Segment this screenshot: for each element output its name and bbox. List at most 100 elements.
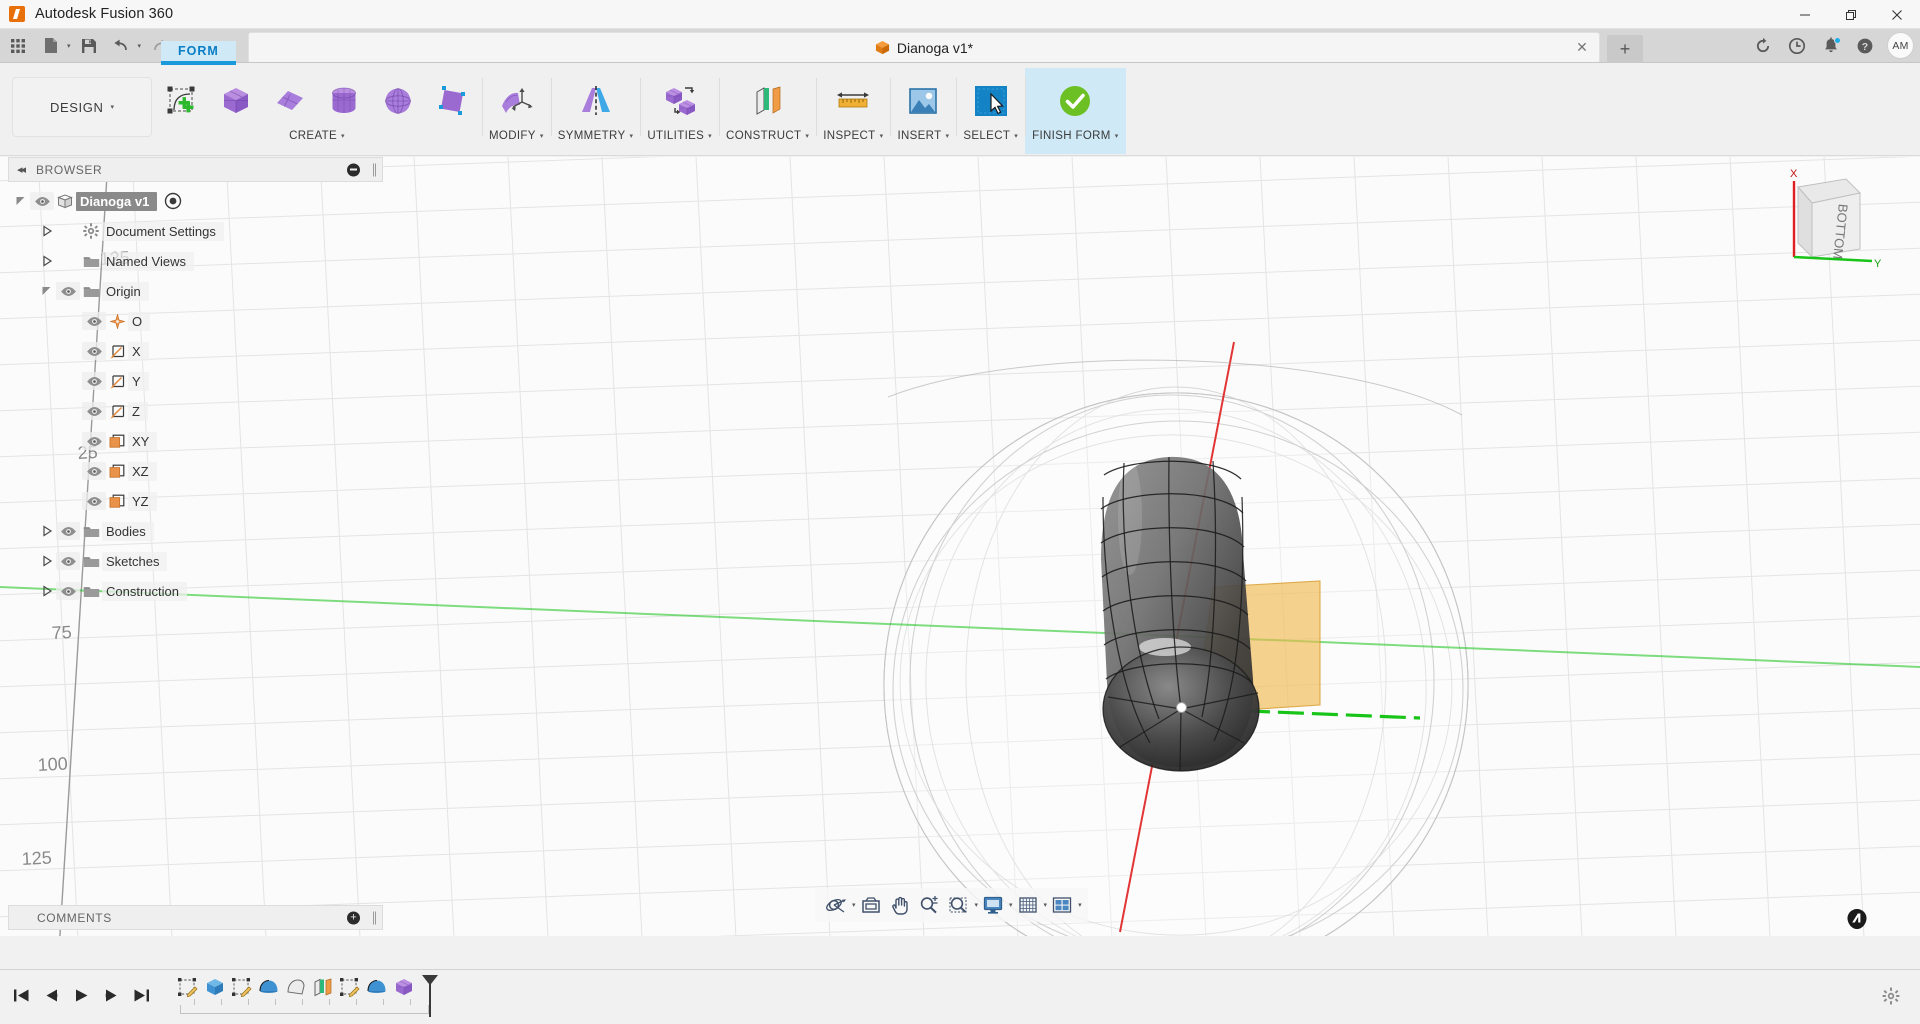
ribbon-group-symmetry-label[interactable]: SYMMETRY ▾ bbox=[558, 130, 634, 142]
timeline-feature-extrude-1[interactable] bbox=[201, 973, 228, 1003]
play-button[interactable] bbox=[66, 979, 96, 1013]
utilities-convert-button[interactable] bbox=[657, 75, 703, 127]
close-window-button[interactable] bbox=[1874, 0, 1920, 29]
user-avatar[interactable]: AM bbox=[1887, 32, 1914, 59]
visibility-eye-icon[interactable] bbox=[82, 432, 106, 450]
notifications-bell-icon[interactable] bbox=[1815, 32, 1847, 60]
create-cylinder-button[interactable] bbox=[321, 75, 367, 127]
browser-item-z[interactable]: Z bbox=[8, 396, 383, 426]
ribbon-group-create-label[interactable]: CREATE ▾ bbox=[289, 130, 345, 142]
document-tab[interactable]: Dianoga v1* ✕ + bbox=[248, 32, 1600, 62]
ribbon-group-select-label[interactable]: SELECT ▾ bbox=[963, 130, 1018, 142]
visibility-eye-icon[interactable] bbox=[56, 282, 80, 300]
timeline-feature-loft-1[interactable] bbox=[282, 973, 309, 1003]
view-cube[interactable]: BOTTOM X Y bbox=[1764, 165, 1882, 283]
timeline-feature-form-1[interactable] bbox=[390, 973, 417, 1003]
symmetry-mirror-internal-button[interactable] bbox=[573, 75, 619, 127]
new-document-tab-button[interactable]: + bbox=[1607, 35, 1643, 64]
browser-minimize-icon[interactable] bbox=[347, 163, 360, 176]
finish-form-button[interactable] bbox=[1052, 75, 1098, 127]
tab-form[interactable]: FORM bbox=[161, 41, 236, 65]
recent-activity-clock-icon[interactable] bbox=[1781, 32, 1813, 60]
visibility-eye-icon[interactable] bbox=[82, 492, 106, 510]
step-forward-button[interactable] bbox=[96, 979, 126, 1013]
expand-arrow-icon[interactable] bbox=[38, 222, 56, 240]
browser-item-named-views[interactable]: Named Views bbox=[8, 246, 383, 276]
browser-item-construction[interactable]: Construction bbox=[8, 576, 383, 606]
undo-group[interactable]: ▾ bbox=[104, 33, 142, 59]
visibility-eye-icon[interactable] bbox=[56, 522, 80, 540]
viewports-caret-icon[interactable]: ▾ bbox=[1078, 901, 1082, 909]
minimize-window-button[interactable] bbox=[1782, 0, 1828, 29]
create-quadball-button[interactable] bbox=[429, 75, 475, 127]
expand-arrow-icon[interactable] bbox=[38, 252, 56, 270]
timeline-feature-sketch-1[interactable] bbox=[174, 973, 201, 1003]
browser-item-bodies[interactable]: Bodies bbox=[8, 516, 383, 546]
timeline-feature-sketch-3[interactable] bbox=[336, 973, 363, 1003]
visibility-eye-icon[interactable] bbox=[56, 552, 80, 570]
ribbon-group-insert-label[interactable]: INSERT ▾ bbox=[897, 130, 949, 142]
save-icon[interactable] bbox=[74, 33, 104, 59]
select-tool-button[interactable] bbox=[968, 75, 1014, 127]
close-document-tab-button[interactable]: ✕ bbox=[1573, 39, 1591, 57]
timeline-end-marker[interactable] bbox=[419, 973, 441, 1019]
insert-canvas-button[interactable] bbox=[900, 75, 946, 127]
browser-item-o[interactable]: O bbox=[8, 306, 383, 336]
timeline-feature-revolve-1[interactable] bbox=[255, 973, 282, 1003]
expand-arrow-icon[interactable] bbox=[38, 552, 56, 570]
browser-item-yz[interactable]: YZ bbox=[8, 486, 383, 516]
new-document-caret-icon[interactable]: ▾ bbox=[67, 42, 71, 50]
ribbon-group-modify-label[interactable]: MODIFY ▾ bbox=[489, 130, 544, 142]
timeline-feature-revolve-2[interactable] bbox=[363, 973, 390, 1003]
undo-icon[interactable] bbox=[107, 33, 137, 59]
comments-resize-grip[interactable] bbox=[373, 911, 376, 924]
pan-button[interactable] bbox=[886, 890, 914, 920]
zoom-button[interactable] bbox=[914, 890, 944, 920]
visibility-eye-icon[interactable] bbox=[82, 312, 106, 330]
create-sphere-button[interactable] bbox=[375, 75, 421, 127]
visibility-eye-icon[interactable] bbox=[82, 372, 106, 390]
grid-and-snaps-button[interactable] bbox=[1013, 890, 1043, 920]
expand-arrow-icon[interactable] bbox=[38, 582, 56, 600]
create-plane-button[interactable] bbox=[267, 75, 313, 127]
go-to-end-button[interactable] bbox=[126, 979, 156, 1013]
modify-edit-form-button[interactable] bbox=[493, 75, 539, 127]
inspect-measure-button[interactable] bbox=[830, 75, 876, 127]
new-document-group[interactable]: ▾ bbox=[33, 33, 71, 59]
expand-arrow-icon[interactable] bbox=[38, 522, 56, 540]
timeline-feature-plane-1[interactable] bbox=[309, 973, 336, 1003]
new-document-icon[interactable] bbox=[36, 33, 66, 59]
ribbon-group-finish-form-label[interactable]: FINISH FORM ▾ bbox=[1032, 130, 1118, 142]
add-comment-button[interactable]: + bbox=[347, 911, 360, 924]
create-form-sketch-button[interactable] bbox=[159, 75, 205, 127]
look-at-button[interactable] bbox=[856, 890, 886, 920]
timeline-feature-sketch-2[interactable] bbox=[228, 973, 255, 1003]
zoom-window-button[interactable] bbox=[944, 890, 974, 920]
browser-item-xz[interactable]: XZ bbox=[8, 456, 383, 486]
browser-resize-grip[interactable] bbox=[373, 163, 376, 176]
display-settings-button[interactable] bbox=[978, 890, 1008, 920]
construct-offset-plane-button[interactable] bbox=[745, 75, 791, 127]
browser-item-xy[interactable]: XY bbox=[8, 426, 383, 456]
ribbon-group-utilities-label[interactable]: UTILITIES ▾ bbox=[647, 130, 712, 142]
app-grid-icon[interactable] bbox=[3, 33, 33, 59]
visibility-eye-icon[interactable] bbox=[82, 462, 106, 480]
browser-item-y[interactable]: Y bbox=[8, 366, 383, 396]
browser-item-sketches[interactable]: Sketches bbox=[8, 546, 383, 576]
browser-item-origin[interactable]: Origin bbox=[8, 276, 383, 306]
ribbon-group-inspect-label[interactable]: INSPECT ▾ bbox=[823, 130, 883, 142]
browser-item-document-settings[interactable]: Document Settings bbox=[8, 216, 383, 246]
comments-panel[interactable]: COMMENTS + bbox=[8, 905, 383, 930]
browser-item-x[interactable]: X bbox=[8, 336, 383, 366]
collapse-arrow-icon[interactable] bbox=[38, 282, 56, 300]
collapse-arrow-icon[interactable] bbox=[12, 192, 30, 210]
collapse-browser-icon[interactable]: ◂◂ bbox=[17, 163, 24, 176]
orbit-button[interactable] bbox=[821, 890, 851, 920]
workspace-switcher[interactable]: DESIGN ▾ bbox=[12, 77, 152, 137]
visibility-eye-icon[interactable] bbox=[82, 402, 106, 420]
visibility-eye-icon[interactable] bbox=[82, 342, 106, 360]
go-to-beginning-button[interactable] bbox=[6, 979, 36, 1013]
help-question-icon[interactable]: ? bbox=[1849, 32, 1881, 60]
maximize-window-button[interactable] bbox=[1828, 0, 1874, 29]
visibility-eye-icon[interactable] bbox=[56, 582, 80, 600]
